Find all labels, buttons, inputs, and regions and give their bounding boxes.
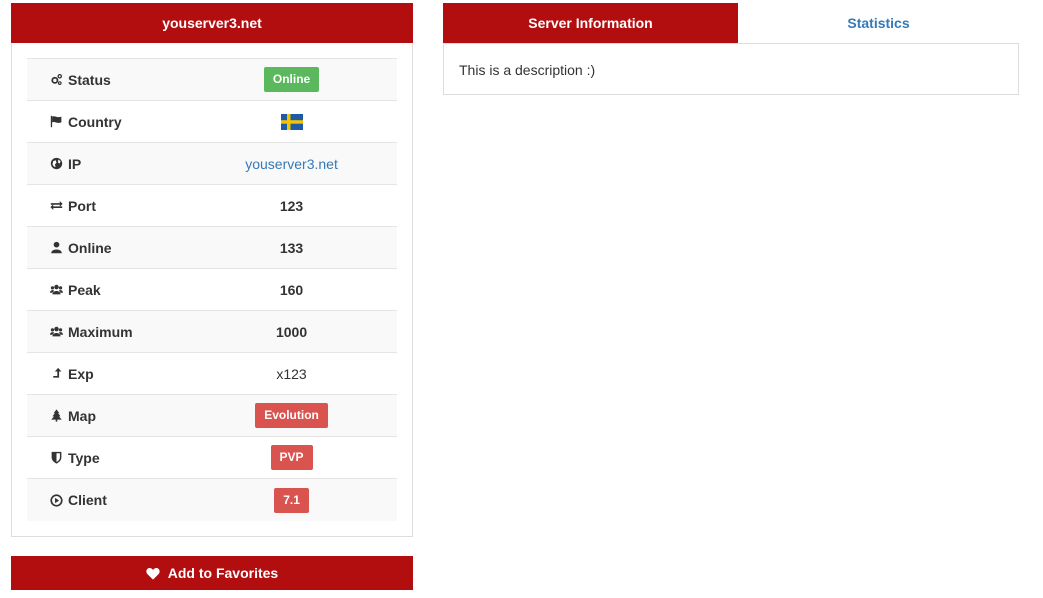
flag-icon	[49, 115, 63, 129]
row-label: Client	[68, 492, 107, 508]
row-map: Map Evolution	[27, 395, 397, 437]
globe-icon	[49, 157, 63, 171]
row-peak: Peak 160	[27, 269, 397, 311]
row-country: Country	[27, 101, 397, 143]
client-badge: 7.1	[274, 487, 309, 513]
row-label: Port	[68, 197, 96, 214]
row-maximum: Maximum 1000	[27, 311, 397, 353]
tab-server-information[interactable]: Server Information	[443, 3, 738, 43]
info-panel: Server Information Statistics This is a …	[443, 3, 1019, 95]
level-up-icon	[49, 367, 63, 381]
port-value: 123	[279, 197, 304, 214]
server-card: youserver3.net Status Online Country IP …	[11, 3, 413, 537]
tree-icon	[49, 409, 63, 423]
peak-value: 160	[279, 281, 304, 298]
sweden-flag-icon	[280, 114, 303, 131]
status-badge: Online	[263, 67, 320, 92]
server-details-table: Status Online Country IP youserver3.net …	[27, 58, 397, 521]
row-label: Status	[68, 71, 111, 88]
row-label: IP	[68, 155, 82, 172]
users-icon	[49, 325, 63, 339]
row-port: Port 123	[27, 185, 397, 227]
exchange-icon	[49, 199, 63, 213]
maximum-value: 1000	[275, 323, 308, 340]
map-badge: Evolution	[255, 403, 328, 428]
heart-icon	[146, 567, 160, 580]
row-label: Map	[68, 407, 96, 424]
row-label: Maximum	[68, 323, 133, 340]
tab-content: This is a description :)	[443, 43, 1019, 95]
add-to-favorites-label: Add to Favorites	[167, 565, 279, 581]
row-type: Type PVP	[27, 437, 397, 479]
row-exp: Exp x123	[27, 353, 397, 395]
server-description: This is a description :)	[459, 62, 596, 78]
tab-statistics[interactable]: Statistics	[738, 3, 1019, 43]
row-ip: IP youserver3.net	[27, 143, 397, 185]
tab-bar: Server Information Statistics	[443, 3, 1019, 43]
server-title: youserver3.net	[11, 3, 413, 43]
row-online: Online 133	[27, 227, 397, 269]
exp-value: x123	[276, 365, 307, 382]
row-status: Status Online	[27, 59, 397, 101]
server-panel: youserver3.net Status Online Country IP …	[11, 3, 413, 537]
gears-icon	[49, 73, 63, 87]
online-value: 133	[279, 239, 304, 256]
user-icon	[49, 241, 63, 255]
row-label: Peak	[68, 281, 101, 298]
row-label: Online	[68, 239, 112, 256]
row-label: Exp	[68, 365, 94, 382]
row-client: Client 7.1	[27, 479, 397, 521]
ip-link[interactable]: youserver3.net	[245, 156, 338, 172]
users-icon	[49, 283, 63, 297]
play-circle-icon	[49, 493, 63, 507]
shield-icon	[49, 451, 63, 465]
row-label: Type	[68, 449, 100, 466]
add-to-favorites-button[interactable]: Add to Favorites	[11, 556, 413, 590]
row-label: Country	[68, 113, 122, 130]
type-badge: PVP	[270, 445, 313, 470]
